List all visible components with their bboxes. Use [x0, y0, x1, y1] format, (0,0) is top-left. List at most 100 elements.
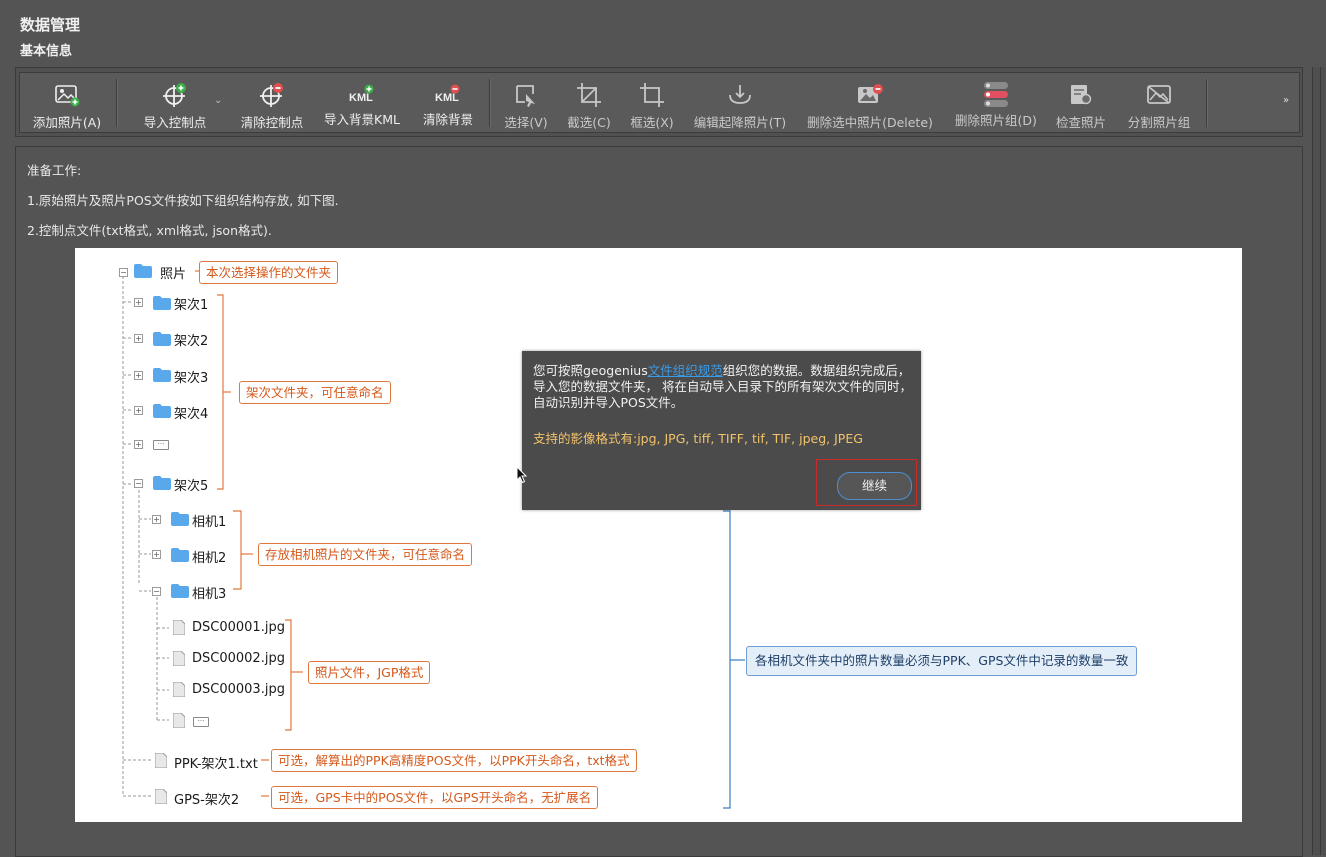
folder-icon — [153, 332, 171, 346]
root-folder-label: 照片 — [160, 267, 187, 282]
continue-button[interactable]: 继续 — [837, 472, 912, 500]
delete-photo-group-icon — [983, 81, 1009, 109]
collapse-toggle[interactable]: − — [134, 479, 143, 488]
split-photo-group-button[interactable]: 分割照片组 — [1120, 73, 1198, 132]
expand-toggle[interactable]: + — [152, 550, 161, 559]
collapse-toggle[interactable]: − — [152, 587, 161, 596]
expand-toggle[interactable]: + — [134, 440, 143, 449]
box-select-label: 框选(X) — [630, 115, 674, 130]
crop-label: 截选(C) — [567, 115, 611, 130]
svg-text:KML: KML — [435, 92, 459, 104]
folder-icon — [171, 512, 189, 526]
select-button[interactable]: 选择(V) — [498, 73, 554, 132]
mouse-cursor-icon — [516, 466, 528, 484]
clear-control-point-label: 清除控制点 — [240, 115, 304, 130]
gps-note: 可选，GPS卡中的POS文件，以GPS开头命名，无扩展名 — [271, 786, 599, 809]
clear-background-button[interactable]: KML 清除背景 — [414, 73, 482, 132]
file-icon — [173, 651, 185, 666]
delete-photo-group-button[interactable]: 删除照片组(D) — [948, 73, 1044, 132]
dialog-message: 您可按照geogenius文件组织规范组织您的数据。数据组织完成后，导入您的数据… — [533, 363, 918, 411]
import-control-point-icon — [162, 81, 188, 109]
root-folder-note: 本次选择操作的文件夹 — [199, 261, 339, 284]
file-icon — [173, 682, 185, 697]
import-control-point-label: 导入控制点 — [143, 115, 207, 130]
delete-selected-photo-button[interactable]: 删除选中照片(Delete) — [802, 73, 938, 132]
expand-toggle[interactable]: + — [134, 406, 143, 415]
supported-formats-text: 支持的影像格式有:jpg, JPG, tiff, TIFF, tif, TIF,… — [533, 431, 863, 446]
add-photo-label: 添加照片(A) — [32, 115, 102, 130]
import-control-point-button[interactable]: 导入控制点 — [135, 73, 215, 132]
folder-icon — [134, 264, 152, 278]
split-photo-group-label: 分割照片组 — [1127, 115, 1191, 130]
info-dialog: 您可按照geogenius文件组织规范组织您的数据。数据组织完成后，导入您的数据… — [522, 351, 921, 510]
crop-button[interactable]: 截选(C) — [560, 73, 618, 132]
dialog-message-before: 您可按照geogenius — [533, 363, 648, 378]
edit-takeoff-landing-label: 编辑起降照片(T) — [693, 115, 787, 130]
expand-toggle[interactable]: + — [152, 515, 161, 524]
prep-step-2: 2.控制点文件(txt格式, xml格式, json格式). — [27, 223, 272, 238]
flight-folder-label: 架次5 — [174, 479, 209, 494]
crop-icon — [576, 81, 602, 109]
photos-note: 照片文件，JGP格式 — [308, 661, 431, 684]
toolbar-divider — [116, 79, 118, 127]
flight-folder-label: 架次1 — [174, 298, 209, 313]
window-title: 数据管理 — [20, 16, 81, 34]
select-label: 选择(V) — [504, 115, 548, 130]
import-kml-label: 导入背景KML — [324, 112, 400, 127]
svg-text:KML: KML — [349, 92, 373, 104]
collapse-toggle[interactable]: − — [119, 268, 128, 277]
file-spec-link[interactable]: 文件组织规范 — [648, 363, 723, 378]
expand-toggle[interactable]: + — [134, 298, 143, 307]
flight-folder-label: 架次4 — [174, 407, 209, 422]
flights-note: 架次文件夹，可任意命名 — [239, 381, 391, 404]
import-kml-icon: KML — [347, 81, 377, 109]
delete-selected-photo-icon — [856, 81, 884, 109]
box-select-icon — [639, 81, 665, 109]
folder-icon — [153, 404, 171, 418]
folder-icon — [171, 548, 189, 562]
section-subtitle: 基本信息 — [20, 44, 73, 59]
folder-icon — [153, 368, 171, 382]
add-photo-button[interactable]: 添加照片(A) — [24, 73, 110, 132]
cameras-note: 存放相机照片的文件夹，可任意命名 — [258, 543, 473, 566]
photo-count-note: 各相机文件夹中的照片数量必须与PPK、GPS文件中记录的数量一致 — [746, 646, 1138, 676]
photo-file-label: DSC00001.jpg — [192, 620, 285, 635]
clear-background-label: 清除背景 — [422, 112, 473, 127]
expand-toggle[interactable]: + — [134, 334, 143, 343]
photo-file-label: DSC00002.jpg — [192, 651, 285, 666]
gps-file-label: GPS-架次2 — [174, 793, 240, 808]
split-photo-group-icon — [1146, 81, 1172, 109]
right-panel-edge — [1312, 67, 1326, 855]
chevron-down-icon[interactable]: ⌄ — [214, 95, 222, 106]
box-select-button[interactable]: 框选(X) — [624, 73, 680, 132]
clear-control-point-icon — [259, 81, 285, 109]
toolbar: 添加照片(A) 导入控制点 ⌄ 清除控制点 KML 导入背景KML KML 清除… — [19, 72, 1300, 133]
check-photo-button[interactable]: 检查照片 — [1050, 73, 1112, 132]
prep-heading: 准备工作: — [27, 163, 82, 178]
expand-toggle[interactable]: + — [134, 371, 143, 380]
folder-icon — [171, 584, 189, 598]
folder-icon — [153, 476, 171, 490]
import-kml-button[interactable]: KML 导入背景KML — [318, 73, 406, 132]
ellipsis-icon: ··· — [193, 717, 209, 727]
camera-folder-label: 相机2 — [192, 551, 227, 566]
toolbar-divider — [1206, 79, 1208, 127]
clear-control-point-button[interactable]: 清除控制点 — [232, 73, 312, 132]
file-icon — [155, 753, 167, 768]
toolbar-overflow-button[interactable]: » — [1283, 95, 1289, 106]
add-photo-icon — [54, 81, 80, 109]
folder-icon — [153, 296, 171, 310]
edit-takeoff-landing-icon — [727, 81, 753, 109]
folder-structure-diagram: − 照片 本次选择操作的文件夹 + 架次1 + 架次2 + 架次3 + 架次4 … — [75, 248, 1242, 822]
check-photo-label: 检查照片 — [1055, 115, 1106, 130]
camera-folder-label: 相机1 — [192, 515, 227, 530]
prep-step-1: 1.原始照片及照片POS文件按如下组织结构存放, 如下图. — [27, 193, 339, 208]
flight-folder-label: 架次3 — [174, 371, 209, 386]
edit-takeoff-landing-button[interactable]: 编辑起降照片(T) — [688, 73, 792, 132]
flight-folder-label: 架次2 — [174, 334, 209, 349]
select-cursor-icon — [513, 81, 539, 109]
camera-folder-label: 相机3 — [192, 587, 227, 602]
continue-highlight: 继续 — [816, 459, 917, 506]
file-icon — [173, 620, 185, 635]
ellipsis-icon: ··· — [153, 440, 169, 450]
